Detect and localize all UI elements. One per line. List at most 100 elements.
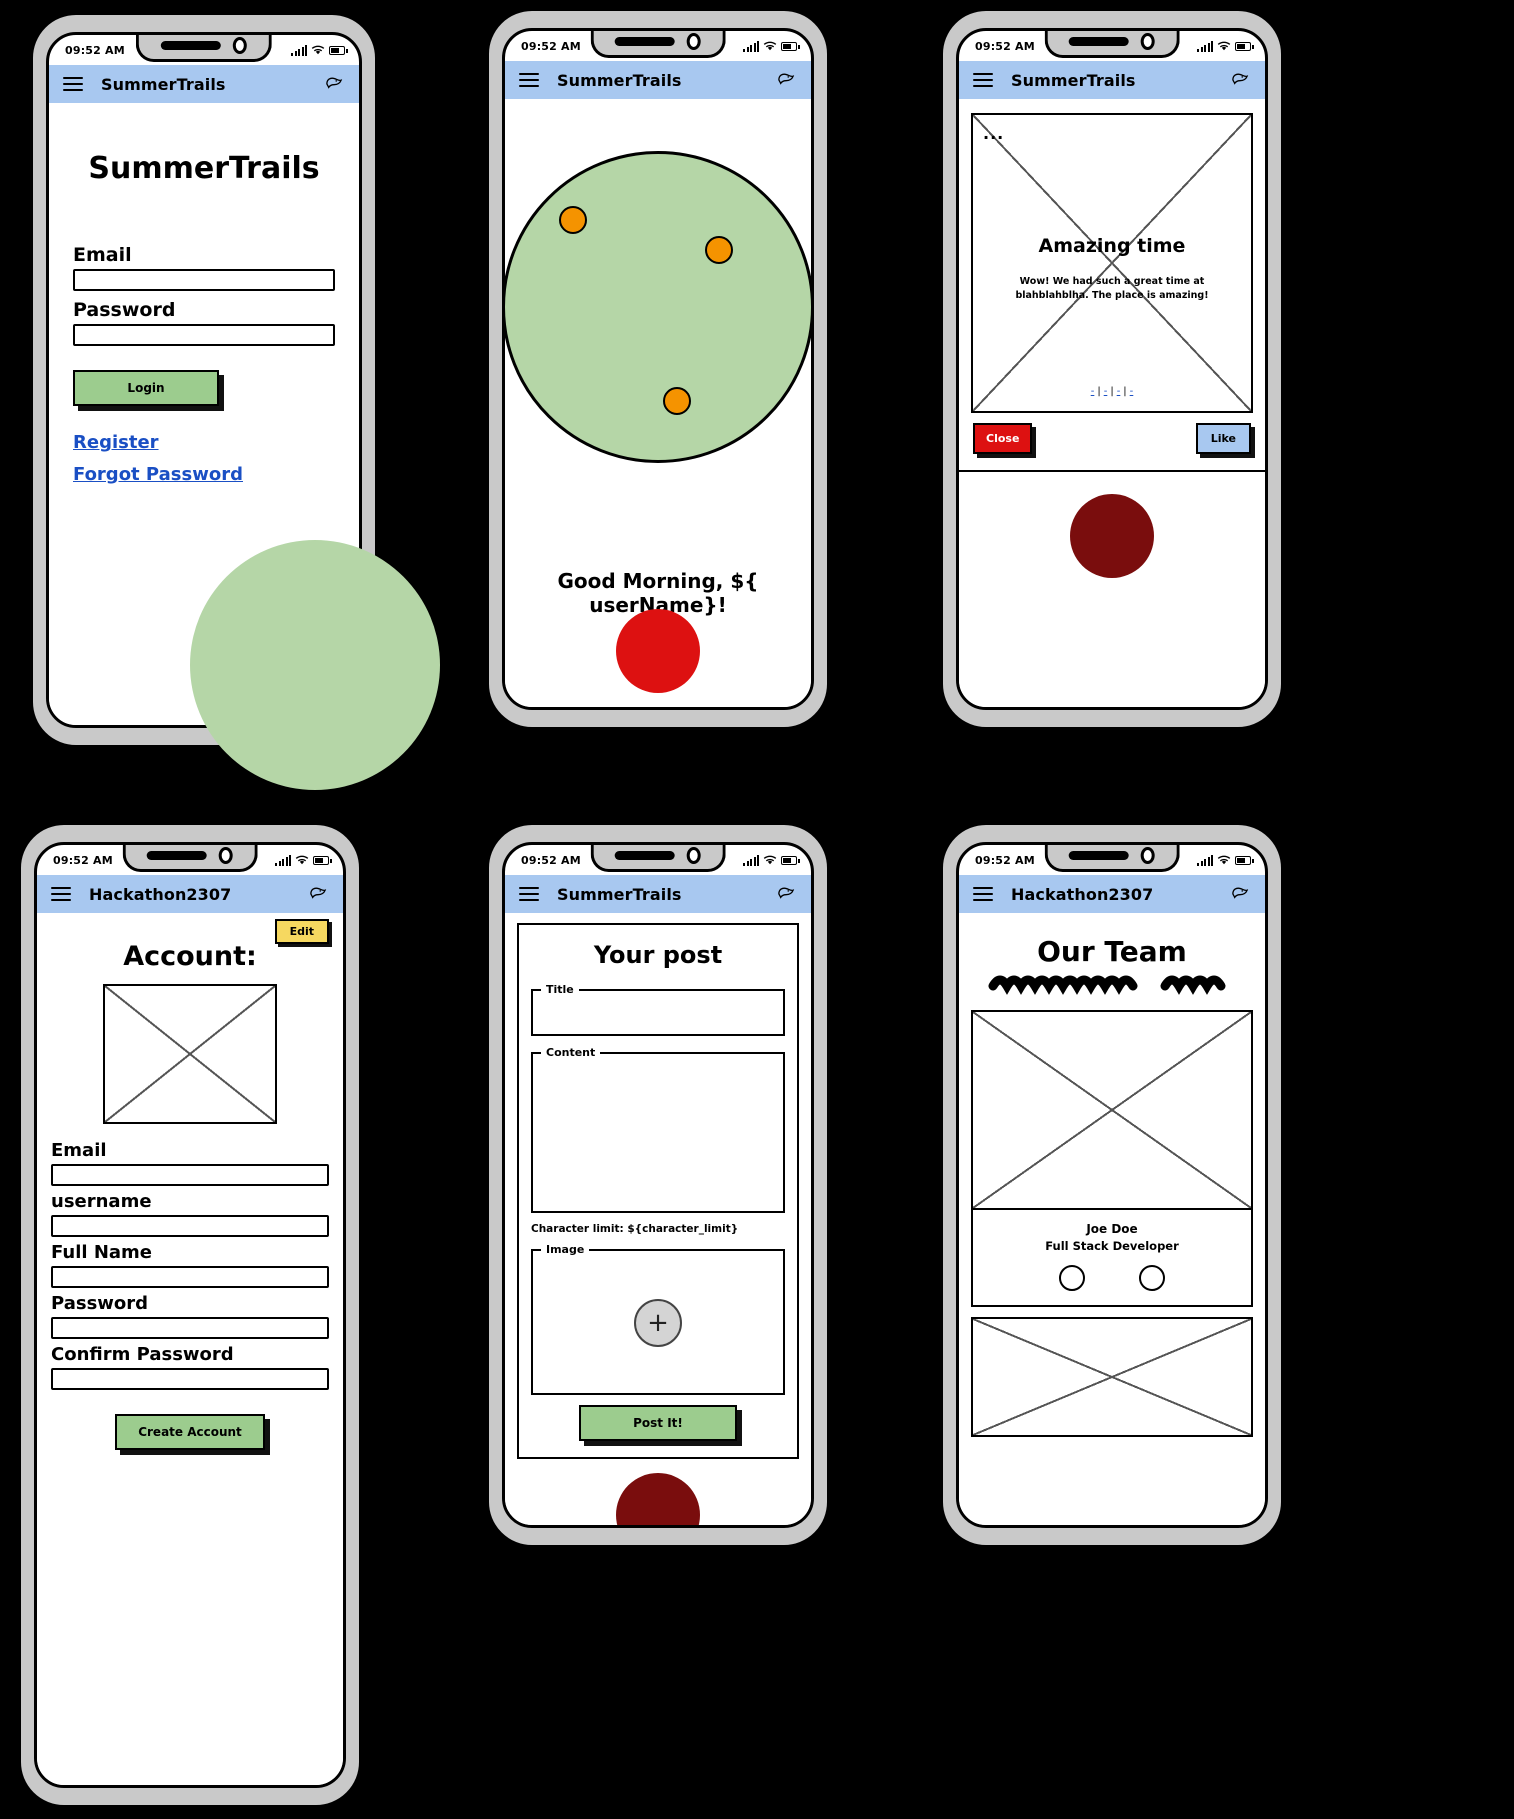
phone-screen: 09:52 AM Hackathon2307 Edit Account: Ema… — [34, 842, 346, 1788]
screen-content: Our Team Joe Doe Full Stack Developer — [959, 913, 1265, 1525]
content-textarea[interactable] — [541, 1063, 775, 1203]
post-meta-links: - | - | - | - — [973, 386, 1251, 397]
hamburger-icon[interactable] — [973, 886, 993, 902]
member-name: Joe Doe — [1086, 1222, 1138, 1236]
team-member-card: Joe Doe Full Stack Developer — [971, 1210, 1253, 1307]
floating-action-circle[interactable] — [616, 1473, 700, 1525]
signal-icon — [743, 40, 759, 52]
hamburger-icon[interactable] — [51, 886, 71, 902]
signal-icon — [291, 44, 307, 56]
create-account-button[interactable]: Create Account — [115, 1414, 265, 1450]
image-drop-area[interactable]: + — [541, 1260, 775, 1385]
email-label: Email — [51, 1140, 107, 1161]
fullname-label: Full Name — [51, 1242, 152, 1263]
email-input[interactable] — [51, 1164, 329, 1186]
login-button[interactable]: Login — [73, 370, 219, 406]
confirm-password-input[interactable] — [51, 1368, 329, 1390]
speaker-icon — [147, 851, 207, 860]
bird-icon[interactable] — [1229, 70, 1251, 90]
edit-button[interactable]: Edit — [274, 919, 329, 944]
meta-link[interactable]: - — [1127, 386, 1137, 397]
team-photo-placeholder — [971, 1317, 1253, 1437]
phone-screen: 09:52 AM SummerTrails ... Amazing time W… — [956, 28, 1268, 710]
social-link-icon[interactable] — [1139, 1265, 1165, 1291]
page-title: Our Team — [1037, 935, 1187, 968]
notch — [122, 845, 258, 872]
phone-account: 09:52 AM Hackathon2307 Edit Account: Ema… — [16, 820, 364, 1810]
char-limit-text: Character limit: ${character_limit} — [531, 1223, 739, 1235]
floating-action-circle[interactable] — [616, 609, 700, 693]
post-title: Amazing time — [1038, 235, 1186, 257]
password-label: Password — [73, 299, 176, 321]
wifi-icon — [763, 41, 777, 50]
status-time: 09:52 AM — [521, 853, 581, 867]
signal-icon — [1197, 40, 1213, 52]
title-input[interactable] — [541, 1000, 775, 1026]
screen-content: ... Amazing time Wow! We had such a grea… — [959, 99, 1265, 707]
post-it-button[interactable]: Post It! — [579, 1405, 737, 1441]
email-input[interactable] — [73, 269, 335, 291]
close-button[interactable]: Close — [973, 423, 1033, 454]
meta-link[interactable]: - — [1101, 386, 1111, 397]
password-label: Password — [51, 1293, 149, 1314]
confirm-password-label: Confirm Password — [51, 1344, 234, 1365]
password-input[interactable] — [73, 324, 335, 346]
phone-our-team: 09:52 AM Hackathon2307 Our Team Joe Doe … — [938, 820, 1286, 1550]
camera-icon — [1141, 847, 1155, 864]
title-legend: Title — [546, 983, 574, 996]
content-legend: Content — [546, 1046, 596, 1059]
map-circle[interactable] — [505, 151, 811, 463]
battery-icon — [1235, 41, 1254, 51]
hamburger-icon[interactable] — [519, 886, 539, 902]
username-input[interactable] — [51, 1215, 329, 1237]
meta-link[interactable]: - — [1114, 386, 1124, 397]
status-time: 09:52 AM — [65, 43, 125, 57]
map-marker-dot[interactable] — [559, 206, 587, 234]
content-fieldset: Content — [531, 1046, 785, 1213]
status-bar: 09:52 AM — [505, 845, 811, 875]
social-link-icon[interactable] — [1059, 1265, 1085, 1291]
hamburger-icon[interactable] — [973, 72, 993, 88]
map-marker-dot[interactable] — [663, 387, 691, 415]
status-time: 09:52 AM — [521, 39, 581, 53]
image-placeholder-cross — [973, 115, 1251, 411]
app-title: Hackathon2307 — [1011, 884, 1154, 904]
bird-icon[interactable] — [775, 70, 797, 90]
status-bar: 09:52 AM — [49, 35, 359, 65]
image-legend: Image — [546, 1243, 585, 1256]
signal-icon — [275, 854, 291, 866]
bird-icon[interactable] — [1229, 884, 1251, 904]
member-socials — [973, 1265, 1251, 1291]
plus-icon[interactable]: + — [634, 1298, 682, 1347]
battery-icon — [329, 45, 348, 55]
status-time: 09:52 AM — [975, 39, 1035, 53]
password-input[interactable] — [51, 1317, 329, 1339]
screen-content: Your post Title Content Character limit:… — [505, 913, 811, 1525]
scribble-underline-icon — [988, 975, 1226, 995]
register-link[interactable]: Register — [73, 432, 335, 453]
status-bar: 09:52 AM — [37, 845, 343, 875]
bird-icon[interactable] — [323, 74, 345, 94]
fullname-input[interactable] — [51, 1266, 329, 1288]
forgot-password-link[interactable]: Forgot Password — [73, 464, 335, 485]
bird-icon[interactable] — [775, 884, 797, 904]
post-form-card: Your post Title Content Character limit:… — [517, 923, 799, 1459]
notch — [135, 35, 273, 62]
image-fieldset: Image + — [531, 1243, 785, 1395]
hamburger-icon[interactable] — [519, 72, 539, 88]
floating-action-circle[interactable] — [1070, 494, 1154, 578]
app-title: SummerTrails — [557, 884, 682, 904]
meta-link[interactable]: - — [1088, 386, 1098, 397]
avatar-placeholder[interactable] — [103, 984, 277, 1124]
bird-icon[interactable] — [307, 884, 329, 904]
hamburger-icon[interactable] — [63, 76, 83, 92]
app-bar: SummerTrails — [49, 65, 359, 103]
account-form: Email username Full Name Password Confir… — [37, 1140, 343, 1450]
app-title: SummerTrails — [557, 70, 682, 90]
like-button[interactable]: Like — [1195, 423, 1251, 454]
map-marker-dot[interactable] — [705, 236, 733, 264]
wifi-icon — [311, 45, 325, 54]
overflow-menu-icon[interactable]: ... — [983, 125, 1004, 142]
camera-icon — [219, 847, 233, 864]
page-title: SummerTrails — [88, 151, 320, 186]
